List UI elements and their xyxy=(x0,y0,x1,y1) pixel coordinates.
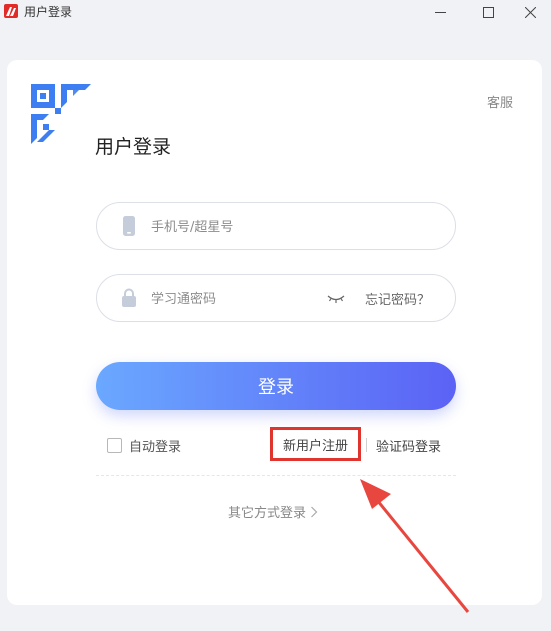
password-input[interactable] xyxy=(151,288,341,310)
lock-icon xyxy=(122,288,136,307)
customer-service-link[interactable]: 客服 xyxy=(487,92,513,111)
auto-login-option[interactable]: 自动登录 xyxy=(107,436,181,455)
window-title: 用户登录 xyxy=(24,5,73,19)
other-login-label: 其它方式登录 xyxy=(228,506,307,521)
register-link[interactable]: 新用户注册 xyxy=(270,427,361,461)
other-login-link[interactable]: 其它方式登录 xyxy=(228,502,318,521)
chevron-right-icon xyxy=(311,506,318,517)
register-label: 新用户注册 xyxy=(282,438,348,454)
phone-input[interactable] xyxy=(151,216,341,238)
auto-login-checkbox[interactable] xyxy=(107,438,122,453)
maximize-icon xyxy=(482,6,494,18)
qr-code-icon[interactable] xyxy=(31,84,91,144)
close-icon xyxy=(524,6,536,18)
divider xyxy=(96,475,456,476)
login-button[interactable]: 登录 xyxy=(96,362,456,410)
app-logo-icon xyxy=(4,4,18,18)
title-bar: 用户登录 xyxy=(0,0,551,24)
link-separator xyxy=(366,438,367,452)
eye-closed-icon[interactable] xyxy=(327,291,345,305)
minimize-button[interactable] xyxy=(420,0,460,24)
auto-login-label: 自动登录 xyxy=(129,440,182,455)
login-card: 客服 用户登录 忘记密码？ 登录 自动登录 新用户注册 验证码登录 xyxy=(7,60,542,605)
close-button[interactable] xyxy=(510,0,550,24)
maximize-button[interactable] xyxy=(468,0,508,24)
forgot-password-link[interactable]: 忘记密码？ xyxy=(365,289,430,308)
phone-icon xyxy=(123,216,135,236)
page-title: 用户登录 xyxy=(95,136,172,158)
password-field[interactable]: 忘记密码？ xyxy=(96,274,456,322)
sms-login-link[interactable]: 验证码登录 xyxy=(376,436,441,455)
minimize-icon xyxy=(434,11,446,13)
phone-field[interactable] xyxy=(96,202,456,250)
